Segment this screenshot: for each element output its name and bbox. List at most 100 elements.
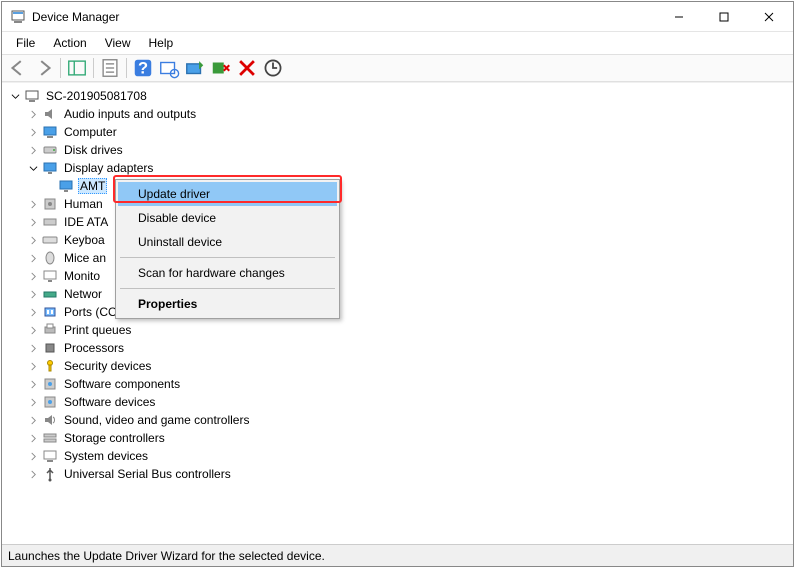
back-button[interactable] [6,56,30,80]
chevron-right-icon[interactable] [26,341,40,355]
tree-item-label: Print queues [62,322,133,338]
tree-item-label: Processors [62,340,126,356]
tree-item[interactable]: Software devices [8,393,787,411]
chevron-right-icon[interactable] [26,233,40,247]
chevron-right-icon[interactable] [26,107,40,121]
device-category-icon [42,376,58,392]
chevron-right-icon[interactable] [26,125,40,139]
tree-item-label: Disk drives [62,142,125,158]
tree-item[interactable]: System devices [8,447,787,465]
tree-root[interactable]: SC-201905081708 [8,87,787,105]
device-category-icon [42,430,58,446]
tree-item[interactable]: Universal Serial Bus controllers [8,465,787,483]
tree-item-label: Software devices [62,394,157,410]
menu-file[interactable]: File [8,34,43,52]
menu-help[interactable]: Help [141,34,182,52]
device-manager-window: Device Manager File Action View Help ? [1,1,794,567]
device-category-icon [42,340,58,356]
titlebar: Device Manager [2,2,793,32]
context-menu: Update driver Disable device Uninstall d… [115,179,340,319]
uninstall-device-button[interactable] [235,56,259,80]
tree-item-label: Mice an [62,250,108,266]
add-legacy-hardware-button[interactable] [261,56,285,80]
tree-item-label: IDE ATA [62,214,110,230]
disable-device-button[interactable] [209,56,233,80]
computer-icon [24,88,40,104]
chevron-right-icon[interactable] [26,287,40,301]
device-category-icon [42,394,58,410]
device-category-icon [42,304,58,320]
menubar: File Action View Help [2,32,793,54]
close-button[interactable] [746,2,791,31]
tree-item-label: Monito [62,268,102,284]
chevron-right-icon[interactable] [26,143,40,157]
tree-item[interactable]: Audio inputs and outputs [8,105,787,123]
tree-item[interactable]: Sound, video and game controllers [8,411,787,429]
chevron-right-icon[interactable] [26,215,40,229]
chevron-right-icon[interactable] [26,413,40,427]
device-category-icon [42,412,58,428]
help-button[interactable]: ? [131,56,155,80]
tree-item[interactable]: Computer [8,123,787,141]
device-category-icon [42,250,58,266]
tree-item-label: AMT [78,178,107,194]
tree-item[interactable]: Display adapters [8,159,787,177]
device-category-icon [42,214,58,230]
chevron-right-icon[interactable] [26,323,40,337]
ctx-properties[interactable]: Properties [118,292,337,316]
properties-button[interactable] [98,56,122,80]
tree-item-label: System devices [62,448,150,464]
chevron-right-icon[interactable] [26,251,40,265]
update-driver-button[interactable] [183,56,207,80]
device-category-icon [42,358,58,374]
device-category-icon [42,268,58,284]
tree-item[interactable]: Disk drives [8,141,787,159]
tree-item[interactable]: Software components [8,375,787,393]
chevron-right-icon[interactable] [26,449,40,463]
display-adapter-icon [58,178,74,194]
tree-item[interactable]: Print queues [8,321,787,339]
ctx-update-driver[interactable]: Update driver [118,182,337,206]
scan-hardware-button[interactable] [157,56,181,80]
menu-action[interactable]: Action [45,34,94,52]
statusbar: Launches the Update Driver Wizard for th… [2,544,793,566]
chevron-right-icon[interactable] [26,197,40,211]
forward-button[interactable] [32,56,56,80]
tree-item-label: Universal Serial Bus controllers [62,466,233,482]
device-category-icon [42,106,58,122]
chevron-right-icon[interactable] [26,395,40,409]
menu-view[interactable]: View [97,34,139,52]
tree-item[interactable]: Security devices [8,357,787,375]
ctx-separator [120,288,335,289]
tree-item-label: Computer [62,124,119,140]
chevron-right-icon[interactable] [26,431,40,445]
device-category-icon [42,160,58,176]
device-category-icon [42,448,58,464]
tree-root-label: SC-201905081708 [44,88,149,104]
device-category-icon [42,322,58,338]
tree-item-label: Security devices [62,358,153,374]
chevron-right-icon[interactable] [26,305,40,319]
device-category-icon [42,286,58,302]
chevron-right-icon[interactable] [26,359,40,373]
maximize-button[interactable] [701,2,746,31]
ctx-separator [120,257,335,258]
ctx-uninstall-device[interactable]: Uninstall device [118,230,337,254]
chevron-right-icon[interactable] [26,377,40,391]
tree-item[interactable]: Storage controllers [8,429,787,447]
chevron-right-icon[interactable] [26,269,40,283]
tree-item-label: Display adapters [62,160,155,176]
show-hide-console-button[interactable] [65,56,89,80]
chevron-down-icon[interactable] [26,161,40,175]
svg-text:?: ? [138,60,148,78]
tree-item-label: Keyboa [62,232,107,248]
chevron-down-icon[interactable] [8,89,22,103]
ctx-disable-device[interactable]: Disable device [118,206,337,230]
ctx-scan-hardware[interactable]: Scan for hardware changes [118,261,337,285]
chevron-right-icon[interactable] [26,467,40,481]
tree-item[interactable]: Processors [8,339,787,357]
device-category-icon [42,124,58,140]
device-category-icon [42,142,58,158]
tree-item-label: Audio inputs and outputs [62,106,198,122]
minimize-button[interactable] [656,2,701,31]
